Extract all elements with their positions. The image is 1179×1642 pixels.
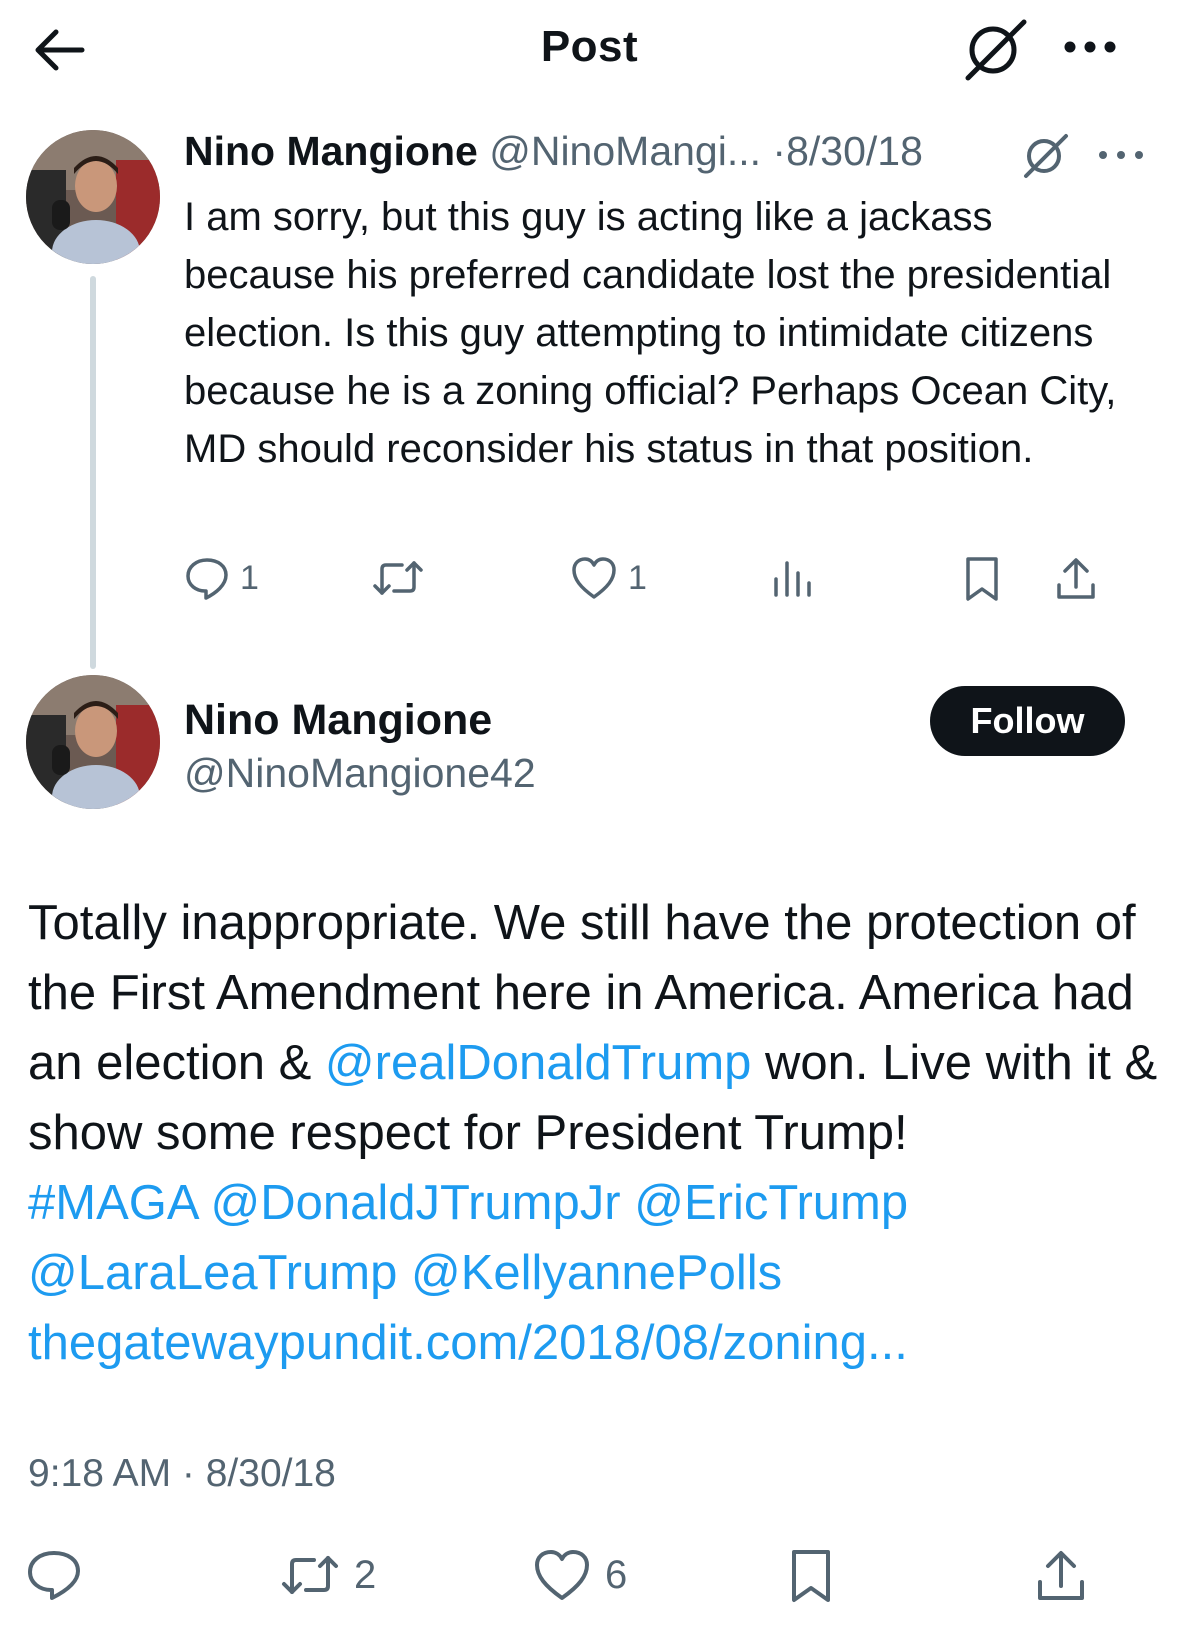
- reply-count: 1: [240, 558, 259, 597]
- like-count: 1: [628, 558, 647, 597]
- parent-post-header: Nino Mangione @NinoMangi... ·8/30/18: [184, 128, 923, 175]
- share-button[interactable]: [1035, 1548, 1087, 1604]
- reply-icon: [186, 558, 228, 600]
- separator-dot: ·: [772, 128, 787, 174]
- share-button[interactable]: [1054, 555, 1098, 603]
- avatar-photo-icon: [26, 675, 160, 809]
- views-button[interactable]: [770, 555, 814, 601]
- post-date[interactable]: 8/30/18: [786, 128, 923, 174]
- parent-post-actions: 1 1: [184, 555, 1144, 615]
- hashtag-link[interactable]: #MAGA: [28, 1176, 197, 1230]
- author-handle[interactable]: @NinoMangi...: [489, 128, 761, 174]
- grok-button[interactable]: [960, 16, 1030, 82]
- repost-icon: [282, 1556, 338, 1594]
- bookmark-button[interactable]: [788, 1548, 834, 1604]
- analytics-icon: [774, 561, 811, 597]
- author-handle[interactable]: @NinoMangione42: [184, 750, 536, 797]
- grok-button[interactable]: [1020, 130, 1070, 180]
- repost-icon: [373, 561, 423, 595]
- repost-count: 2: [354, 1552, 377, 1597]
- reply-icon: [28, 1551, 80, 1600]
- more-options-button[interactable]: [1095, 145, 1151, 165]
- bookmark-icon: [792, 1550, 830, 1602]
- follow-button[interactable]: Follow: [930, 686, 1125, 756]
- parent-post-text: I am sorry, but this guy is acting like …: [184, 195, 1117, 471]
- bookmark-button[interactable]: [962, 555, 1002, 603]
- mention-link[interactable]: @KellyannePolls: [411, 1246, 782, 1300]
- more-horizontal-icon: [1099, 151, 1143, 159]
- grok-icon: [1024, 134, 1068, 178]
- mention-link[interactable]: @realDonaldTrump: [325, 1036, 751, 1090]
- reply-button[interactable]: [26, 1548, 82, 1602]
- avatar[interactable]: [26, 675, 160, 809]
- mention-link[interactable]: @EricTrump: [634, 1176, 908, 1230]
- repost-button[interactable]: [372, 555, 434, 601]
- bookmark-icon: [966, 557, 998, 601]
- share-icon: [1057, 558, 1095, 599]
- heart-icon: [535, 1550, 589, 1600]
- share-icon: [1038, 1551, 1084, 1600]
- post-timestamp[interactable]: 9:18 AM · 8/30/18: [28, 1452, 336, 1496]
- main-post-actions: 2 6: [0, 1548, 1179, 1618]
- main-post-text: Totally inappropriate. We still have the…: [28, 888, 1158, 1378]
- like-button[interactable]: 6: [533, 1548, 627, 1602]
- author-name[interactable]: Nino Mangione: [184, 128, 478, 174]
- external-url-link[interactable]: thegatewaypundit.com/2018/08/zoning...: [28, 1316, 908, 1370]
- heart-icon: [572, 557, 616, 599]
- mention-link[interactable]: @DonaldJTrumpJr: [210, 1176, 620, 1230]
- like-count: 6: [605, 1552, 628, 1597]
- more-horizontal-icon: [1064, 41, 1116, 53]
- thread-connector-line: [90, 276, 96, 669]
- mention-link[interactable]: @LaraLeaTrump: [28, 1246, 397, 1300]
- top-bar: Post: [0, 0, 1179, 100]
- repost-button[interactable]: 2: [280, 1548, 376, 1602]
- author-name[interactable]: Nino Mangione: [184, 696, 492, 745]
- avatar[interactable]: [26, 130, 160, 264]
- like-button[interactable]: 1: [570, 555, 647, 601]
- avatar-photo-icon: [26, 130, 160, 264]
- more-options-button[interactable]: [1060, 32, 1124, 62]
- reply-button[interactable]: 1: [184, 555, 259, 601]
- grok-icon: [965, 19, 1027, 81]
